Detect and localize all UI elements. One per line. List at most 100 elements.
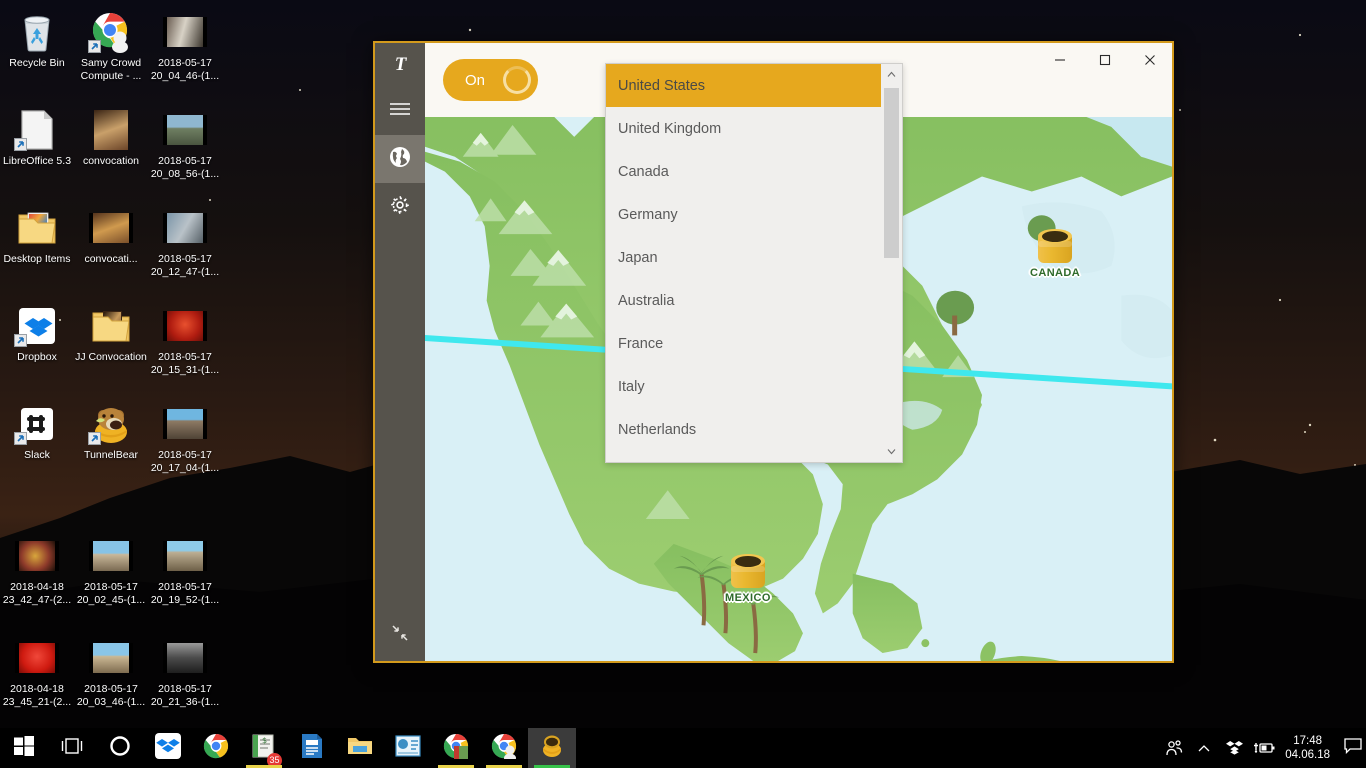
country-option-label: Australia	[618, 292, 675, 309]
desktop-icon-label: 2018-05-17 20_04_46-(1...	[150, 57, 220, 82]
country-option-italy[interactable]: Italy	[606, 365, 881, 408]
taskbar-chrome-window-2[interactable]	[432, 728, 480, 768]
country-option-germany[interactable]: Germany	[606, 193, 881, 236]
desktop: Recycle Bin Samy Crowd Compute - ... 201…	[0, 0, 1366, 768]
vpn-power-toggle[interactable]: On	[443, 59, 538, 101]
desktop-icon-label: 2018-05-17 20_15_31-(1...	[150, 351, 220, 376]
recycle-bin-icon	[13, 10, 61, 54]
map-pin-mexico[interactable]: MEXICO	[725, 554, 771, 604]
country-option-netherlands[interactable]: Netherlands	[606, 408, 881, 451]
desktop-icon-photo-4[interactable]: 2018-05-17 20_15_31-(1...	[148, 298, 222, 394]
desktop-icon-photo-6[interactable]: 2018-04-18 23_42_47-(2...	[0, 528, 74, 624]
desktop-icon-photo-5[interactable]: 2018-05-17 20_17_04-(1...	[148, 396, 222, 492]
desktop-icon-label: Desktop Items	[3, 253, 71, 265]
country-option-label: Japan	[618, 249, 658, 266]
globe-icon	[389, 146, 411, 173]
taskbar-chrome-window-3[interactable]	[480, 728, 528, 768]
maximize-button[interactable]	[1082, 43, 1127, 77]
task-view-button[interactable]	[48, 728, 96, 768]
desktop-icon-photo-7[interactable]: 2018-05-17 20_02_45-(1...	[74, 528, 148, 624]
chevron-up-icon[interactable]	[1189, 728, 1219, 768]
desktop-icon-label: Slack	[24, 449, 50, 461]
photo-thumbnail-icon	[161, 206, 209, 250]
collapse-button[interactable]	[375, 622, 425, 649]
desktop-icon-photo-8[interactable]: 2018-05-17 20_19_52-(1...	[148, 528, 222, 624]
taskbar: $ 35 17:48 04.06.18	[0, 728, 1366, 768]
scrollbar-thumb[interactable]	[884, 88, 899, 258]
map-pin-canada[interactable]: CANADA	[1030, 229, 1080, 279]
shortcut-overlay-icon	[14, 432, 27, 445]
scroll-down-button[interactable]	[881, 441, 902, 462]
desktop-icon-samy-crowd-compute[interactable]: Samy Crowd Compute - ...	[74, 4, 148, 100]
desktop-icon-photo-3[interactable]: 2018-05-17 20_12_47-(1...	[148, 200, 222, 296]
desktop-icon-label: LibreOffice 5.3	[2, 155, 72, 167]
country-option-united-kingdom[interactable]: United Kingdom	[606, 107, 881, 150]
close-button[interactable]	[1127, 43, 1172, 77]
desktop-icon-jj-convocation[interactable]: JJ Convocation	[74, 298, 148, 394]
desktop-icon-recycle-bin[interactable]: Recycle Bin	[0, 4, 74, 100]
scroll-up-button[interactable]	[881, 64, 902, 85]
taskbar-dropbox[interactable]	[144, 728, 192, 768]
tunnel-hole-icon	[1038, 229, 1073, 265]
minimize-button[interactable]	[1037, 43, 1082, 77]
battery-charging-icon[interactable]	[1249, 728, 1279, 768]
shortcut-overlay-icon	[88, 40, 101, 53]
task-view-icon	[60, 737, 84, 760]
desktop-icon-tunnelbear[interactable]: TunnelBear	[74, 396, 148, 492]
desktop-icon-libreoffice[interactable]: LibreOffice 5.3	[0, 102, 74, 198]
collapse-arrows-icon	[389, 622, 411, 649]
action-center-button[interactable]	[1340, 728, 1366, 768]
country-option-label: Italy	[618, 378, 645, 395]
taskbar-mail[interactable]: $ 35	[240, 728, 288, 768]
desktop-icon-photo-2[interactable]: 2018-05-17 20_08_56-(1...	[148, 102, 222, 198]
cortana-button[interactable]	[96, 728, 144, 768]
photo-thumbnail-icon	[161, 636, 209, 680]
folder-icon	[347, 735, 373, 762]
taskbar-presentation[interactable]	[384, 728, 432, 768]
people-icon[interactable]	[1159, 728, 1189, 768]
desktop-icon-convocation-2[interactable]: convocati...	[74, 200, 148, 296]
taskbar-chrome[interactable]	[192, 728, 240, 768]
shortcut-overlay-icon	[14, 334, 27, 347]
photo-thumbnail-icon	[87, 636, 135, 680]
country-option-canada[interactable]: Canada	[606, 150, 881, 193]
country-option-japan[interactable]: Japan	[606, 236, 881, 279]
dropdown-scrollbar[interactable]	[881, 64, 902, 462]
tunnelbear-icon	[539, 733, 565, 764]
desktop-icon-photo-11[interactable]: 2018-05-17 20_21_36-(1...	[148, 630, 222, 726]
start-button[interactable]	[0, 728, 48, 768]
taskbar-tunnelbear[interactable]	[528, 728, 576, 768]
desktop-icon-desktop-items[interactable]: Desktop Items	[0, 200, 74, 296]
vpn-toggle-label: On	[465, 71, 486, 89]
country-option-united-states[interactable]: United States	[606, 64, 881, 107]
desktop-icon-label: 2018-05-17 20_12_47-(1...	[150, 253, 220, 278]
taskbar-clock[interactable]: 17:48 04.06.18	[1279, 728, 1340, 768]
country-option-label: United States	[618, 77, 706, 94]
map-pin-label: MEXICO	[725, 592, 771, 604]
taskbar-file-explorer[interactable]	[336, 728, 384, 768]
mail-badge-icon: $ 35	[251, 733, 282, 768]
hamburger-icon	[388, 101, 412, 122]
country-option-australia[interactable]: Australia	[606, 279, 881, 322]
desktop-icon-convocation[interactable]: convocation	[74, 102, 148, 198]
map-button[interactable]	[375, 135, 425, 183]
desktop-icon-slack[interactable]: Slack	[0, 396, 74, 492]
desktop-icon-label: 2018-04-18 23_42_47-(2...	[2, 581, 72, 606]
country-option-list: United States United Kingdom Canada Germ…	[606, 64, 881, 462]
photo-thumbnail-icon	[161, 108, 209, 152]
desktop-icon-photo-1[interactable]: 2018-05-17 20_04_46-(1...	[148, 4, 222, 100]
desktop-icon-dropbox[interactable]: Dropbox	[0, 298, 74, 394]
dropbox-tray-icon[interactable]	[1219, 728, 1249, 768]
tunnelbear-main: On CANADA MEXICO United States United Ki…	[425, 43, 1172, 661]
country-dropdown[interactable]: United States United Kingdom Canada Germ…	[605, 63, 903, 463]
desktop-icon-label: 2018-05-17 20_02_45-(1...	[76, 581, 146, 606]
taskbar-libreoffice-writer[interactable]	[288, 728, 336, 768]
desktop-icon-photo-9[interactable]: 2018-04-18 23_45_21-(2...	[0, 630, 74, 726]
slack-icon	[13, 402, 61, 446]
menu-button[interactable]	[375, 87, 425, 135]
settings-button[interactable]	[375, 183, 425, 231]
country-option-france[interactable]: France	[606, 322, 881, 365]
desktop-icon-label: 2018-05-17 20_17_04-(1...	[150, 449, 220, 474]
photo-thumbnail-icon	[161, 10, 209, 54]
desktop-icon-photo-10[interactable]: 2018-05-17 20_03_46-(1...	[74, 630, 148, 726]
